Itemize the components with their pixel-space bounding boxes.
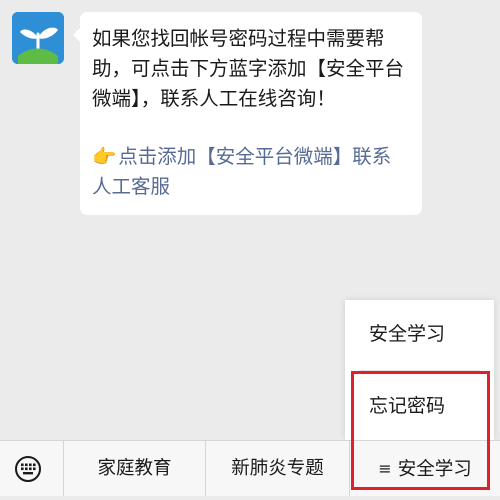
submenu-item-forgot-password[interactable]: 忘记密码	[345, 372, 494, 440]
hamburger-menu-icon: ≡	[378, 459, 392, 478]
submenu-divider	[359, 370, 480, 371]
message-text: 如果您找回帐号密码过程中需要帮助，可点击下方蓝字添加【安全平台微端】，联系人工在…	[92, 27, 405, 110]
add-support-link-text[interactable]: 点击添加【安全平台微端】联系人工客服	[92, 145, 391, 198]
bottom-menu-bar: 家庭教育 新肺炎专题 ≡ 安全学习	[0, 440, 500, 496]
sprout-logo-icon	[12, 12, 64, 64]
menu-family-education[interactable]: 家庭教育	[64, 441, 206, 496]
submenu-popup: 安全学习 忘记密码	[345, 300, 494, 440]
account-avatar[interactable]	[12, 12, 64, 64]
menu-safety-learning[interactable]: ≡ 安全学习	[350, 441, 500, 496]
message-bubble: 如果您找回帐号密码过程中需要帮助，可点击下方蓝字添加【安全平台微端】，联系人工在…	[73, 12, 422, 215]
submenu-item-safety-learning[interactable]: 安全学习	[345, 300, 494, 368]
menu-new-pneumonia-topic[interactable]: 新肺炎专题	[206, 441, 350, 496]
menu-safety-learning-label: 安全学习	[397, 459, 472, 480]
keyboard-icon	[15, 456, 41, 482]
add-support-link[interactable]: 👉 点击添加【安全平台微端】联系人工客服	[92, 142, 408, 202]
pointing-hand-icon: 👉	[92, 145, 117, 168]
keyboard-toggle-button[interactable]	[0, 441, 64, 496]
